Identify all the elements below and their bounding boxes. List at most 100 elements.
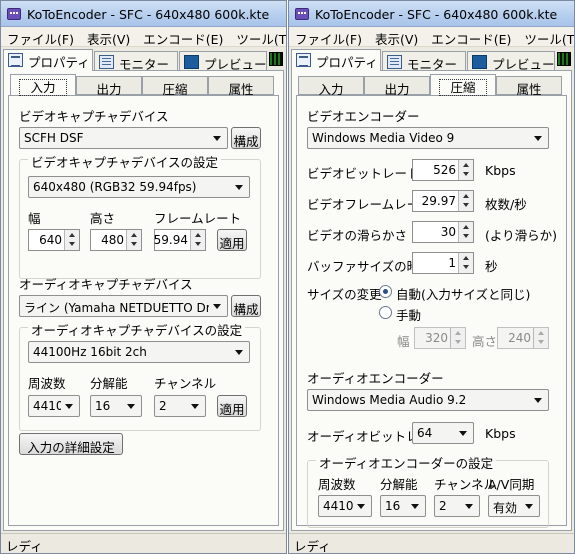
menu-encode[interactable]: エンコード(E) [425, 27, 518, 46]
smoothness-stepper[interactable]: 30 [412, 221, 474, 243]
height-stepper[interactable]: 480 [90, 229, 142, 251]
channel-select[interactable]: 2 [434, 495, 480, 517]
film-icon[interactable] [269, 52, 283, 66]
audio-encoder-select[interactable]: Windows Media Audio 9.2 [307, 389, 549, 411]
video-apply-button[interactable]: 適用 [217, 229, 247, 251]
video-device-settings-group: ビデオキャプチャデバイスの設定 640x480 (RGB32 59.94fps)… [19, 152, 261, 279]
menu-bar: ファイル(F) 表示(V) エンコード(E) ツール(T) [289, 27, 574, 47]
audio-apply-button[interactable]: 適用 [217, 395, 247, 417]
tab-properties-label: プロパティ [316, 55, 378, 70]
channel-label: チャンネル [434, 477, 497, 492]
video-framerate-unit: 枚数/秒 [485, 197, 527, 212]
subtab-compress[interactable]: 圧縮 [142, 76, 208, 97]
framerate-stepper[interactable]: 59.94 [154, 229, 206, 251]
frequency-select[interactable]: 44100 [318, 495, 372, 517]
resize-manual-label[interactable]: 手動 [396, 305, 421, 324]
subtab-attributes[interactable]: 属性 [208, 76, 274, 97]
channel-select[interactable]: 2 [154, 395, 206, 417]
stepper-arrows-icon[interactable] [64, 230, 79, 250]
stepper-arrows-icon[interactable] [458, 222, 473, 242]
subtab-compress[interactable]: 圧縮 [430, 74, 496, 96]
audio-bitrate-select[interactable]: 64 [412, 422, 474, 444]
video-bitrate-label: ビデオビットレート [307, 166, 420, 181]
subtab-output[interactable]: 出力 [76, 76, 142, 97]
film-icon[interactable] [557, 52, 571, 66]
monitor-icon [387, 55, 402, 69]
input-advanced-button[interactable]: 入力の詳細設定 [19, 433, 123, 455]
video-device-label: ビデオキャプチャデバイス [19, 109, 169, 124]
resize-width-label: 幅 [397, 334, 410, 349]
channel-label: チャンネル [154, 376, 217, 391]
tab-monitor-label: モニター [407, 57, 458, 71]
tab-preview-label: プレビュー [492, 57, 555, 71]
width-stepper[interactable]: 640 [28, 229, 80, 251]
tab-preview[interactable]: プレビュー [467, 51, 555, 71]
app-icon [295, 8, 309, 20]
stepper-arrows-icon[interactable] [458, 253, 473, 273]
stepper-arrows-icon[interactable] [458, 160, 473, 180]
tab-monitor[interactable]: モニター [94, 51, 178, 71]
menu-file[interactable]: ファイル(F) [1, 27, 81, 46]
resize-auto-radio[interactable] [379, 285, 392, 298]
frequency-label: 周波数 [318, 477, 356, 492]
preview-icon [184, 55, 199, 69]
video-settings-title: ビデオキャプチャデバイスの設定 [28, 152, 222, 171]
stepper-arrows-icon[interactable] [126, 230, 141, 250]
subtab-attributes[interactable]: 属性 [496, 76, 562, 97]
menu-view[interactable]: 表示(V) [369, 27, 425, 46]
video-bitrate-stepper[interactable]: 526 [412, 159, 474, 181]
resolution-select[interactable]: 16 [380, 495, 426, 517]
menu-view[interactable]: 表示(V) [81, 27, 137, 46]
audio-encoder-label: オーディオエンコーダー [307, 371, 444, 386]
audio-device-settings-group: オーディオキャプチャデバイスの設定 44100Hz 16bit 2ch 周波数 … [19, 320, 261, 431]
status-text: レディ [6, 539, 43, 554]
resize-label: サイズの変更 [307, 287, 382, 302]
menu-file[interactable]: ファイル(F) [289, 27, 369, 46]
resolution-label: 分解能 [90, 376, 128, 391]
compress-settings: ビデオエンコーダー Windows Media Video 9 ビデオビットレー… [296, 95, 567, 528]
tab-properties[interactable]: プロパティ [291, 49, 381, 71]
audio-format-select[interactable]: 44100Hz 16bit 2ch [28, 341, 250, 363]
tab-preview[interactable]: プレビュー [179, 51, 267, 71]
resize-manual-radio[interactable] [379, 306, 392, 319]
menu-tools[interactable]: ツール(T) [518, 27, 574, 46]
subtab-output[interactable]: 出力 [364, 76, 430, 97]
resize-auto-label[interactable]: 自動(入力サイズと同じ) [396, 284, 530, 303]
frequency-select[interactable]: 44100 [28, 395, 80, 417]
app-icon [7, 8, 21, 20]
video-framerate-stepper[interactable]: 29.97 [412, 190, 474, 212]
subtab-input[interactable]: 入力 [10, 74, 76, 96]
title-bar[interactable]: KoToEncoder - SFC - 640x480 600k.kte [1, 1, 286, 27]
stepper-arrows-icon[interactable] [190, 230, 205, 250]
resolution-select[interactable]: 16 [90, 395, 142, 417]
status-text: レディ [294, 539, 331, 554]
monitor-icon [99, 55, 114, 69]
audio-configure-button[interactable]: 構成 [231, 295, 261, 317]
resize-height-stepper[interactable]: 240 [497, 327, 549, 349]
stepper-arrows-icon[interactable] [458, 191, 473, 211]
subtab-input[interactable]: 入力 [298, 76, 364, 97]
video-configure-button[interactable]: 構成 [231, 127, 261, 149]
video-device-select[interactable]: SCFH DSF [19, 127, 228, 149]
sub-tab-strip: 入力 出力 圧縮 属性 [296, 74, 567, 97]
title-bar[interactable]: KoToEncoder - SFC - 640x480 600k.kte [289, 1, 574, 27]
av-sync-select[interactable]: 有効 [488, 495, 540, 517]
tab-monitor[interactable]: モニター [382, 51, 466, 71]
resize-width-stepper[interactable]: 320 [414, 327, 466, 349]
height-label: 高さ [90, 211, 116, 226]
properties-icon [8, 53, 23, 67]
video-format-select[interactable]: 640x480 (RGB32 59.94fps) [28, 176, 250, 198]
buffer-time-stepper[interactable]: 1 [412, 252, 474, 274]
tab-properties[interactable]: プロパティ [3, 49, 93, 71]
audio-encoder-settings-title: オーディオエンコーダーの設定 [316, 453, 497, 472]
audio-encoder-settings-group: オーディオエンコーダーの設定 周波数 分解能 チャンネル A/V同期 44100… [307, 453, 549, 528]
audio-device-select[interactable]: ライン (Yamaha NETDUETTO Driver ( [19, 295, 228, 317]
menu-encode[interactable]: エンコード(E) [137, 27, 230, 46]
audio-settings-title: オーディオキャプチャデバイスの設定 [28, 320, 246, 339]
sub-tab-strip: 入力 出力 圧縮 属性 [8, 74, 279, 97]
window-title: KoToEncoder - SFC - 640x480 600k.kte [27, 7, 270, 22]
stepper-arrows-icon[interactable] [450, 328, 465, 348]
video-encoder-select[interactable]: Windows Media Video 9 [307, 127, 549, 149]
stepper-arrows-icon[interactable] [533, 328, 548, 348]
menu-tools[interactable]: ツール(T) [230, 27, 286, 46]
